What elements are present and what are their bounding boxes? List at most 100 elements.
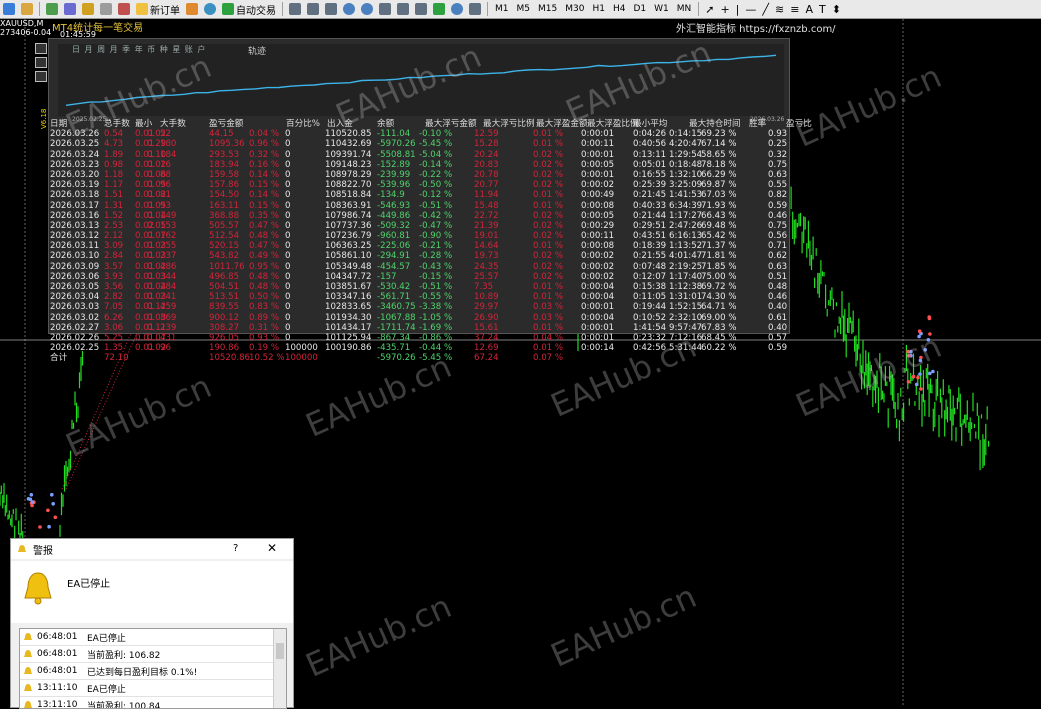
- table-cell: -0.50 %: [419, 180, 452, 190]
- zoom-in-button[interactable]: [341, 1, 357, 17]
- table-cell: 108822.70: [325, 180, 371, 190]
- alert-history-item[interactable]: 13:11:10当前盈利: 100.84: [20, 697, 286, 709]
- terminal-button[interactable]: [98, 1, 114, 17]
- arrows-button[interactable]: ⬍: [830, 1, 843, 17]
- timeframe-m30[interactable]: M30: [561, 4, 588, 14]
- timeframe-w1[interactable]: W1: [650, 4, 673, 14]
- column-header[interactable]: 胜率: [749, 119, 766, 129]
- bar-chart-button[interactable]: [287, 1, 303, 17]
- fibo-icon: ≡: [790, 3, 799, 16]
- table-cell: -5508.81: [377, 150, 416, 160]
- table-cell: 2026.03.10: [50, 251, 99, 261]
- crosshair-button[interactable]: +: [718, 1, 731, 17]
- table-cell: 4:20:47: [669, 139, 702, 149]
- timeframe-m1[interactable]: M1: [491, 4, 513, 14]
- timeframe-h1[interactable]: H1: [588, 4, 609, 14]
- table-cell: 0.48: [768, 282, 787, 292]
- data-window-button[interactable]: [62, 1, 78, 17]
- table-cell: -3460.75: [377, 302, 416, 312]
- table-cell: 67.14 %: [701, 139, 737, 149]
- periods-button[interactable]: [449, 1, 465, 17]
- column-header[interactable]: 最大浮亏金额: [425, 119, 477, 129]
- column-header[interactable]: 最小: [135, 119, 152, 129]
- side-icon[interactable]: [35, 57, 47, 68]
- cursor-button[interactable]: ➚: [703, 1, 716, 17]
- bell-icon: [23, 649, 33, 659]
- total-cell: 100000: [285, 353, 318, 363]
- table-cell: -0.55 %: [419, 292, 452, 302]
- table-cell: 0:00:08: [581, 241, 614, 251]
- horizontal-line-button[interactable]: —: [743, 1, 758, 17]
- column-header[interactable]: 余额: [377, 119, 394, 129]
- templates-button[interactable]: [467, 1, 483, 17]
- table-cell: 0.59: [768, 201, 787, 211]
- trade-marker: [915, 383, 919, 387]
- line-chart-button[interactable]: [323, 1, 339, 17]
- toolbar-separator: [39, 2, 40, 16]
- column-header[interactable]: 最大持仓时间: [689, 119, 741, 129]
- total-cell: 合计: [50, 353, 67, 363]
- alert-history-item[interactable]: 06:48:01EA已停止: [20, 629, 286, 646]
- alert-history-item[interactable]: 13:11:10EA已停止: [20, 680, 286, 697]
- table-cell: 12.59: [474, 129, 499, 139]
- table-cell: 0:10:52: [633, 313, 666, 323]
- column-header[interactable]: 大手数: [160, 119, 186, 129]
- table-cell: 0:18:39: [633, 241, 666, 251]
- table-cell: 107986.74: [325, 211, 371, 221]
- fibo-button[interactable]: ≡: [788, 1, 801, 17]
- table-cell: 0.48 %: [249, 231, 279, 241]
- globe-button[interactable]: [202, 1, 218, 17]
- table-cell: 2.84: [104, 251, 123, 261]
- alert-history-item[interactable]: 06:48:01当前盈利: 106.82: [20, 646, 286, 663]
- table-cell: 0.02 %: [533, 251, 563, 261]
- table-cell: 0:04:26: [633, 129, 666, 139]
- scrollbar-thumb[interactable]: [276, 643, 284, 659]
- zoom-out-button[interactable]: [359, 1, 375, 17]
- alert-list-scrollbar[interactable]: [273, 629, 286, 708]
- alert-history-item[interactable]: 06:48:01已达到每日盈利目标 0.1%!: [20, 663, 286, 680]
- table-cell: 504.51: [209, 282, 239, 292]
- label-button[interactable]: T: [817, 1, 828, 17]
- metaeditor-button[interactable]: [184, 1, 200, 17]
- column-header[interactable]: 最大浮亏比例: [483, 119, 535, 129]
- shift-button[interactable]: [413, 1, 429, 17]
- column-header[interactable]: 盈亏金额: [209, 119, 243, 129]
- side-icon[interactable]: [35, 71, 47, 82]
- auto-trade-button[interactable]: 自动交易: [220, 1, 278, 17]
- table-cell: 7.35: [474, 282, 493, 292]
- alert-history-list[interactable]: 06:48:01EA已停止06:48:01当前盈利: 106.8206:48:0…: [19, 628, 287, 709]
- autoscroll-button[interactable]: [395, 1, 411, 17]
- table-cell: 157.86: [209, 180, 239, 190]
- indicators-button[interactable]: [431, 1, 447, 17]
- table-cell: 0.75: [768, 160, 787, 170]
- table-cell: 496.85: [209, 272, 239, 282]
- column-header[interactable]: 百分比%: [286, 119, 320, 129]
- table-cell: 0.32: [768, 150, 787, 160]
- tile-button[interactable]: [377, 1, 393, 17]
- timeframe-h4[interactable]: H4: [609, 4, 630, 14]
- vertical-line-button[interactable]: |: [734, 1, 742, 17]
- candle-chart-button[interactable]: [305, 1, 321, 17]
- profiles-button[interactable]: [19, 1, 35, 17]
- side-icon[interactable]: [35, 43, 47, 54]
- channel-button[interactable]: ≋: [773, 1, 786, 17]
- timeframe-d1[interactable]: D1: [629, 4, 650, 14]
- timeframe-m5[interactable]: M5: [513, 4, 535, 14]
- table-cell: 65.42 %: [701, 231, 737, 241]
- new-order-button[interactable]: 新订单: [134, 1, 182, 17]
- close-button[interactable]: ✕: [267, 541, 277, 555]
- timeframe-m15[interactable]: M15: [534, 4, 561, 14]
- trendline-button[interactable]: ╱: [760, 1, 771, 17]
- market-watch-button[interactable]: [44, 1, 60, 17]
- new-chart-button[interactable]: [1, 1, 17, 17]
- table-cell: 69.72 %: [701, 282, 737, 292]
- help-button[interactable]: ?: [233, 543, 238, 554]
- table-cell: 0.31 %: [249, 323, 279, 333]
- timeframe-mn[interactable]: MN: [673, 4, 696, 14]
- navigator-button[interactable]: [80, 1, 96, 17]
- column-header[interactable]: 最小平均: [633, 119, 667, 129]
- template-icon: [469, 3, 481, 15]
- text-button[interactable]: A: [803, 1, 815, 17]
- strategy-tester-button[interactable]: [116, 1, 132, 17]
- table-cell: 0: [285, 292, 290, 302]
